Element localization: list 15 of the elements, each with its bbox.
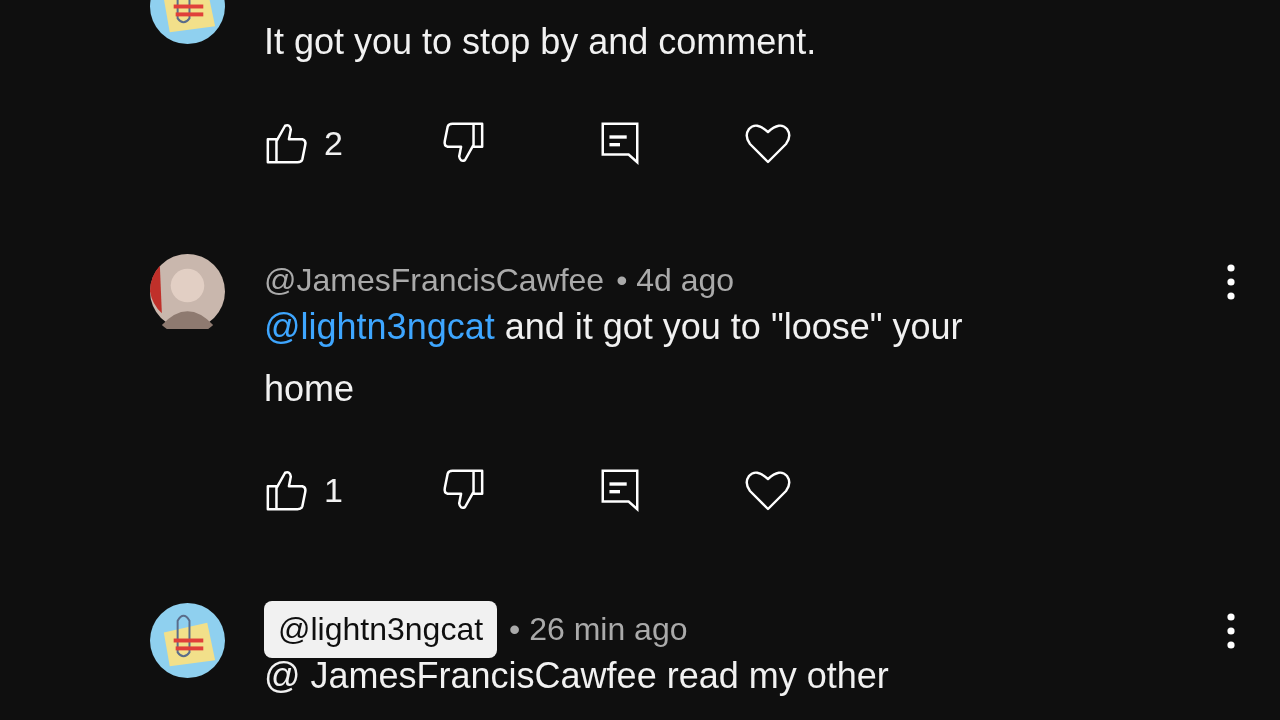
comment-time: • 26 min ago	[509, 610, 688, 648]
more-options-icon[interactable]	[1226, 264, 1236, 300]
mention-link[interactable]: @lightn3ngcat	[264, 306, 495, 347]
like-count: 1	[324, 470, 343, 510]
avatar[interactable]	[150, 603, 225, 678]
comment-text: It got you to stop by and comment.	[264, 20, 818, 64]
author-name[interactable]: @lightn3ngcat	[264, 600, 498, 658]
comment-text: @lightn3ngcat and it got you to "loose" your home	[264, 305, 964, 411]
heart-icon[interactable]	[744, 468, 792, 512]
comment-time: • 4d ago	[616, 261, 735, 299]
avatar[interactable]	[150, 254, 225, 329]
like-count: 2	[324, 123, 343, 163]
more-options-icon[interactable]	[1226, 613, 1236, 649]
author-name[interactable]: @JamesFrancisCawfee	[264, 261, 605, 299]
heart-icon[interactable]	[744, 121, 792, 165]
